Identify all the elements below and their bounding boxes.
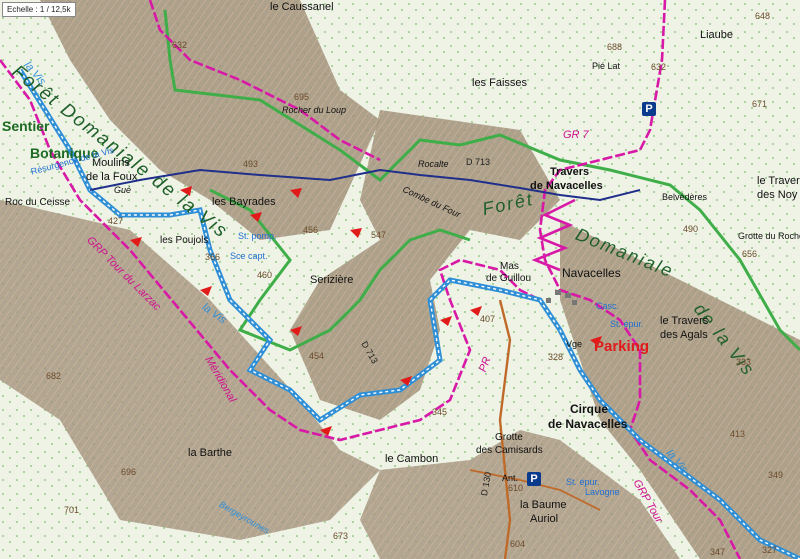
place-baume-1: la Baume <box>520 499 567 511</box>
place-travers-1: Travers <box>550 166 590 178</box>
elev-1: 632 <box>172 40 188 50</box>
elev-5: 632 <box>651 62 667 72</box>
place-agals-1: le Travers <box>660 315 709 327</box>
elev-11: 366 <box>205 252 221 262</box>
place-roc-ceisse: Roc du Ceisse <box>5 197 71 208</box>
place-grotte-rocher: Grotte du Rocher de Mi <box>738 231 800 241</box>
place-rocalte: Rocalte <box>418 159 449 169</box>
parking-badge-south[interactable]: P <box>527 472 541 486</box>
elev-19: 333 <box>736 357 752 367</box>
elev-3: 648 <box>755 11 771 21</box>
place-barthe: la Barthe <box>188 447 233 459</box>
place-bayrades: les Bayrades <box>212 196 276 208</box>
place-caussanel: le Caussanel <box>270 1 334 13</box>
elev-4: 688 <box>607 42 623 52</box>
elev-23: 673 <box>333 531 349 541</box>
place-mas-1: Mas <box>500 261 519 272</box>
trail-label-gr7: GR 7 <box>563 129 589 141</box>
place-vge: Vge <box>566 339 583 349</box>
elev-22: 701 <box>64 505 80 515</box>
elev-21: 696 <box>121 467 137 477</box>
elev-12: 460 <box>257 270 273 280</box>
place-moulins-2: de la Foux <box>86 171 138 183</box>
topographic-map[interactable]: Echelle : 1 / 12,5k Forêt Domaniale de l… <box>0 0 800 559</box>
place-grotte-camisards-2: des Camisards <box>476 445 543 456</box>
elev-24: 610 <box>508 483 524 493</box>
elev-17: 490 <box>683 224 699 234</box>
elev-2: 695 <box>294 92 310 102</box>
place-mas-2: de Guillou <box>486 273 532 284</box>
sentier-label-1: Sentier <box>2 118 50 134</box>
place-cambon: le Cambon <box>385 453 439 465</box>
elev-14: 345 <box>432 407 448 417</box>
elev-7: 493 <box>243 159 259 169</box>
place-agals-2: des Agals <box>660 329 708 341</box>
place-noy-1: le Travers <box>757 175 800 187</box>
place-noy-2: des Noy <box>757 189 798 201</box>
elev-18: 656 <box>742 249 758 259</box>
elev-6: 671 <box>752 99 768 109</box>
elev-13: 454 <box>309 351 325 361</box>
place-navacelles: Navacelles <box>562 266 621 280</box>
label-st-epur-2: St. épur. <box>566 477 600 487</box>
road-label-d713-top: D 713 <box>466 157 491 167</box>
place-rocher-loup: Rocher du Loup <box>282 105 347 115</box>
parking-label: Parking <box>594 338 650 355</box>
label-st-pomp: St. pomp. <box>238 231 277 241</box>
elev-16: 328 <box>548 352 564 362</box>
place-serizière: Serizière <box>310 274 354 286</box>
elev-29: 327 <box>762 545 778 555</box>
elev-27: 347 <box>710 547 726 557</box>
elev-15: 407 <box>480 314 496 324</box>
place-poujols: les Poujols <box>160 235 209 246</box>
scale-label: Echelle : 1 / 12,5k <box>2 2 76 17</box>
place-cirque-2: de Navacelles <box>548 417 628 431</box>
elev-8: 456 <box>303 225 319 235</box>
place-ant: Ant. <box>502 473 519 483</box>
place-gue: Gué <box>114 185 132 195</box>
place-liaube: Liaube <box>700 29 734 41</box>
label-sce-capt: Sce capt. <box>230 251 268 261</box>
label-st-epur-1: St. épur. <box>610 319 644 329</box>
place-pie-lat: Pié Lat <box>592 61 621 71</box>
parking-badge-north[interactable]: P <box>642 102 656 116</box>
place-lavogne: Lavogne <box>585 487 620 497</box>
elev-9: 547 <box>371 230 387 240</box>
place-baume-2: Auriol <box>530 513 559 525</box>
elev-28: 349 <box>768 470 784 480</box>
place-belvederes: Belvédères <box>662 192 708 202</box>
elev-10: 427 <box>108 216 124 226</box>
place-travers-2: de Navacelles <box>530 180 603 192</box>
place-grotte-camisards-1: Grotte <box>495 432 523 443</box>
label-casc: Casc. <box>596 301 620 311</box>
place-faisses: les Faisses <box>472 77 528 89</box>
elev-20: 682 <box>46 371 62 381</box>
elev-25: 604 <box>510 539 526 549</box>
elev-26: 413 <box>730 429 746 439</box>
place-cirque-1: Cirque <box>570 402 609 416</box>
